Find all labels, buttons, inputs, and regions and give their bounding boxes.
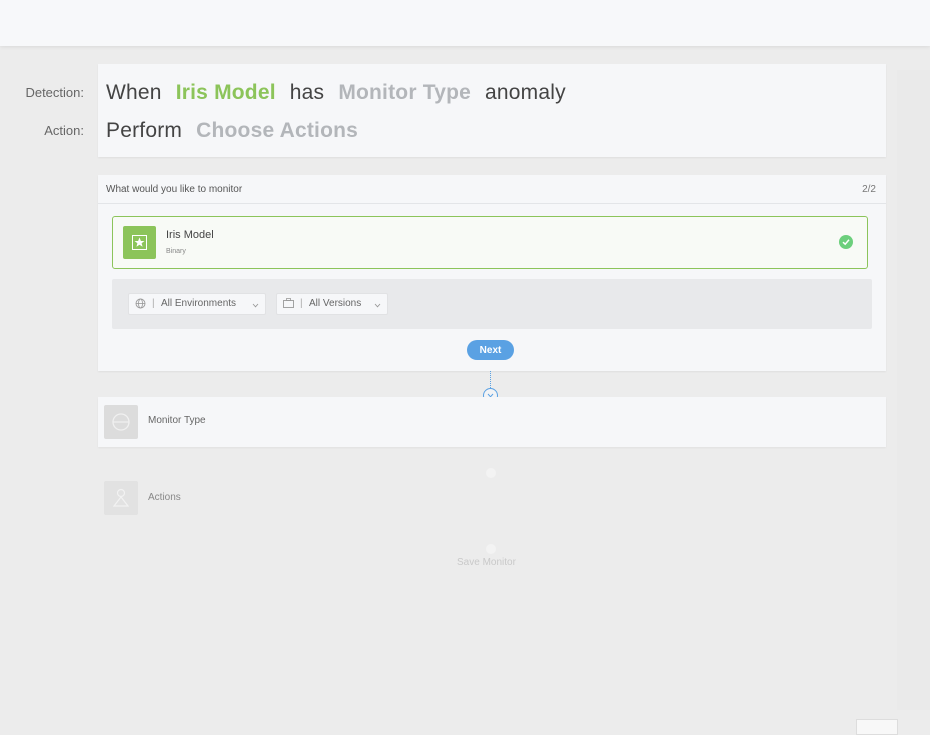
action-sentence: Perform Choose Actions — [106, 119, 366, 143]
detection-label: Detection: — [25, 85, 84, 100]
version-filter[interactable]: | All Versions — [276, 293, 388, 315]
check-icon — [839, 235, 853, 249]
step-monitor-type[interactable]: Monitor Type — [98, 397, 886, 447]
choose-actions-token[interactable]: Choose Actions — [196, 119, 358, 142]
corner-control[interactable] — [856, 719, 898, 735]
monitor-type-title: Monitor Type — [148, 415, 206, 426]
model-star-icon — [123, 226, 156, 259]
actions-icon — [104, 481, 138, 515]
when-word: When — [106, 81, 162, 104]
environment-filter[interactable]: | All Environments — [128, 293, 266, 315]
divider — [98, 203, 886, 204]
globe-icon — [135, 298, 146, 312]
chevron-down-icon — [252, 300, 259, 311]
version-filter-label: All Versions — [309, 298, 362, 309]
anomaly-word: anomaly — [485, 81, 566, 104]
monitor-summary: When Iris Model has Monitor Type anomaly… — [98, 64, 886, 157]
step-monitor-target: What would you like to monitor 2/2 Iris … — [98, 175, 886, 371]
model-name: Iris Model — [166, 229, 214, 241]
filter-area: | All Environments | All Versions — [112, 279, 872, 329]
filter-separator: | — [300, 298, 303, 309]
briefcase-icon — [283, 298, 294, 311]
step-dot — [486, 544, 496, 554]
filter-separator: | — [152, 298, 155, 309]
model-token[interactable]: Iris Model — [176, 81, 276, 104]
step-counter: 2/2 — [862, 184, 876, 195]
has-word: has — [289, 81, 325, 104]
step-dot — [486, 468, 496, 478]
environment-filter-label: All Environments — [161, 298, 237, 309]
detection-sentence: When Iris Model has Monitor Type anomaly — [106, 81, 574, 105]
perform-word: Perform — [106, 119, 183, 142]
model-type: Binary — [166, 248, 186, 255]
model-card-iris[interactable]: Iris Model Binary — [112, 216, 868, 269]
step-question: What would you like to monitor — [106, 184, 243, 195]
side-shadow — [897, 70, 930, 710]
chevron-down-icon — [374, 300, 381, 311]
action-label: Action: — [44, 123, 84, 138]
actions-title: Actions — [148, 492, 181, 503]
next-button[interactable]: Next — [467, 340, 514, 360]
step-connector — [490, 371, 491, 388]
monitor-type-token[interactable]: Monitor Type — [338, 81, 471, 104]
save-monitor-button[interactable]: Save Monitor — [457, 557, 516, 568]
top-bar — [0, 0, 930, 46]
monitor-type-icon — [104, 405, 138, 439]
